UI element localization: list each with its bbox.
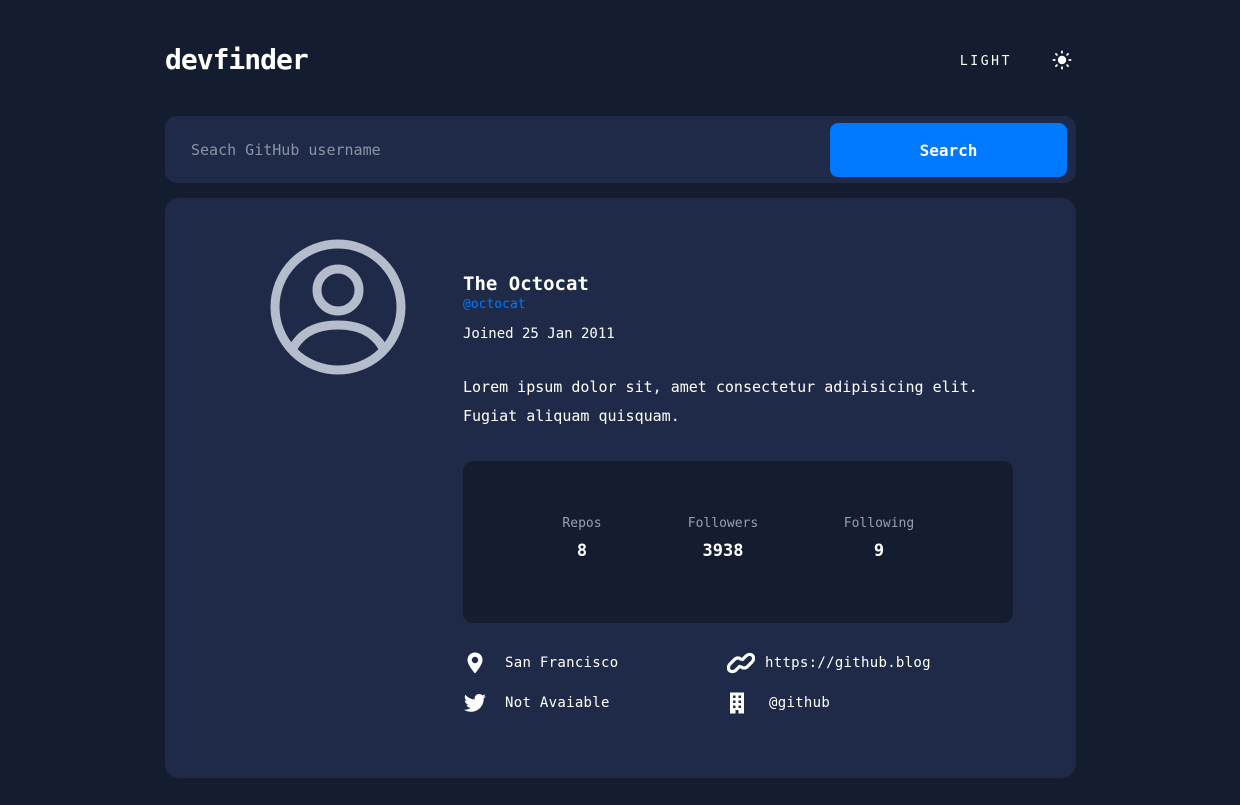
profile-info: The Octocat @octocat Joined 25 Jan 2011 … xyxy=(463,268,1023,431)
user-circle-icon xyxy=(268,237,408,377)
profile-card: The Octocat @octocat Joined 25 Jan 2011 … xyxy=(165,198,1076,778)
joined-date: Joined 25 Jan 2011 xyxy=(463,326,615,342)
stat-repos: Repos 8 xyxy=(562,516,601,561)
stat-label: Following xyxy=(843,516,915,531)
stat-followers: Followers 3938 xyxy=(688,516,758,561)
stat-following: Following 9 xyxy=(844,516,914,561)
stats-panel: Repos 8 Followers 3938 Following 9 xyxy=(463,461,1013,623)
twitter-item: Not Avaiable xyxy=(463,690,610,716)
theme-toggle-label: LIGHT xyxy=(959,53,1012,69)
twitter-text: Not Avaiable xyxy=(505,695,610,711)
theme-toggle-button[interactable]: LIGHT xyxy=(960,38,1072,82)
search-input[interactable] xyxy=(189,134,793,166)
header: devfinder LIGHT xyxy=(165,38,1076,82)
blog-item[interactable]: https://github.blog xyxy=(726,650,931,676)
app-logo: devfinder xyxy=(165,43,309,76)
twitter-icon xyxy=(463,691,487,715)
search-bar: Search xyxy=(165,116,1076,183)
location-text: San Francisco xyxy=(505,655,619,671)
company-item[interactable]: @github xyxy=(727,690,830,716)
location-item: San Francisco xyxy=(463,650,618,676)
stat-value: 3938 xyxy=(702,541,744,561)
profile-name: The Octocat xyxy=(463,273,589,295)
location-pin-icon xyxy=(463,651,487,675)
search-button[interactable]: Search xyxy=(830,123,1067,177)
company-text[interactable]: @github xyxy=(769,695,830,711)
stat-value: 8 xyxy=(576,541,588,561)
stat-label: Repos xyxy=(562,516,602,531)
building-icon xyxy=(727,691,751,715)
link-icon xyxy=(726,651,756,675)
stat-value: 9 xyxy=(873,541,885,561)
sun-icon xyxy=(1052,50,1072,70)
profile-bio: Lorem ipsum dolor sit, amet consectetur … xyxy=(463,378,978,425)
blog-link[interactable]: https://github.blog xyxy=(765,655,931,671)
stat-label: Followers xyxy=(687,516,759,531)
